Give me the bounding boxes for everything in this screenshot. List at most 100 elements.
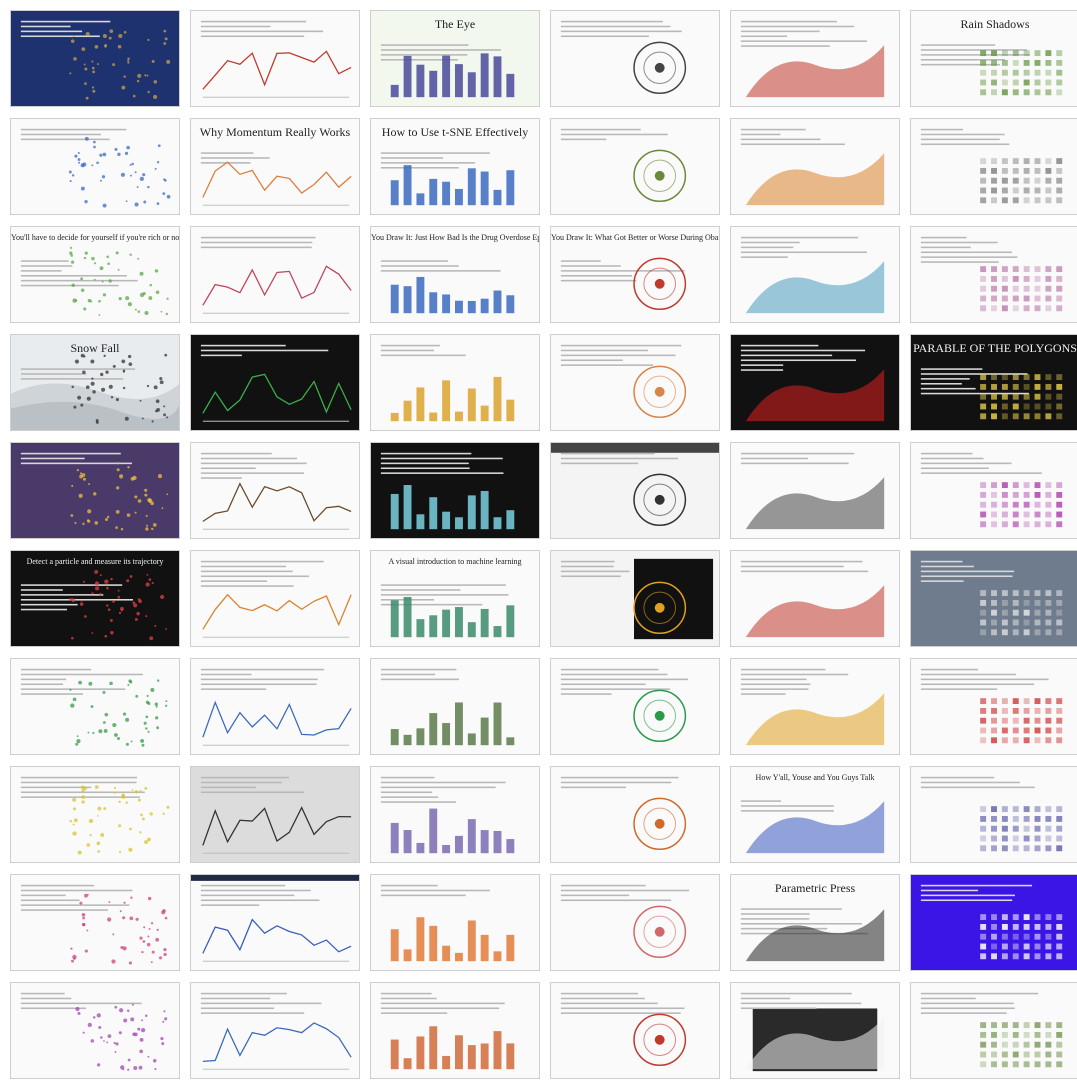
tile-thumbnail xyxy=(920,668,1063,744)
gallery-tile[interactable]: You'll have to decide for yourself if yo… xyxy=(10,226,180,323)
gallery-tile[interactable] xyxy=(10,874,180,971)
tile-thumbnail xyxy=(380,452,515,530)
tile-thumbnail xyxy=(20,128,171,208)
tile-title: You'll have to decide for yourself if yo… xyxy=(11,234,179,242)
gallery-tile[interactable] xyxy=(910,226,1077,323)
tile-thumbnail xyxy=(920,236,1063,312)
gallery-tile[interactable]: You Draw It: What Got Better or Worse Du… xyxy=(550,226,720,323)
tile-thumbnail xyxy=(560,992,687,1067)
gallery-tile[interactable] xyxy=(10,658,180,755)
tile-thumbnail xyxy=(740,344,885,422)
gallery-tile[interactable]: Snow Fall xyxy=(10,334,180,431)
gallery-tile[interactable] xyxy=(910,550,1077,647)
gallery-tile[interactable]: How to Use t-SNE Effectively xyxy=(370,118,540,215)
gallery-tile[interactable] xyxy=(730,10,900,107)
gallery-tile[interactable] xyxy=(370,766,540,863)
gallery-tile[interactable]: Rain Shadows xyxy=(910,10,1077,107)
tile-thumbnail xyxy=(920,452,1063,528)
tile-thumbnail xyxy=(551,443,719,527)
gallery-tile[interactable]: Detect a particle and measure its trajec… xyxy=(10,550,180,647)
tile-thumbnail xyxy=(740,560,885,638)
gallery-tile[interactable] xyxy=(730,118,900,215)
gallery-tile[interactable] xyxy=(10,766,180,863)
tile-thumbnail xyxy=(740,128,885,206)
tile-title: Rain Shadows xyxy=(960,18,1030,31)
tile-title: You Draw It: What Got Better or Worse Du… xyxy=(551,234,719,242)
gallery-tile[interactable] xyxy=(190,658,360,755)
tile-thumbnail xyxy=(740,236,885,314)
tile-title: How to Use t-SNE Effectively xyxy=(381,126,529,139)
gallery-tile[interactable] xyxy=(910,982,1077,1079)
gallery-tile[interactable] xyxy=(370,874,540,971)
tile-thumbnail xyxy=(20,992,168,1071)
tile-thumbnail xyxy=(200,668,352,746)
tile-thumbnail xyxy=(560,668,689,743)
gallery-tile[interactable] xyxy=(10,442,180,539)
gallery-tile[interactable] xyxy=(190,766,360,863)
gallery-tile[interactable] xyxy=(910,118,1077,215)
gallery-tile[interactable] xyxy=(550,982,720,1079)
tile-thumbnail xyxy=(200,452,352,530)
tile-thumbnail xyxy=(200,560,352,638)
tile-thumbnail xyxy=(920,560,1063,636)
tile-title: PARABLE OF THE POLYGONS xyxy=(913,342,1077,355)
tile-thumbnail xyxy=(560,128,687,203)
tile-thumbnail xyxy=(920,128,1063,204)
tile-title: Detect a particle and measure its trajec… xyxy=(26,558,164,566)
gallery-tile[interactable] xyxy=(910,658,1077,755)
gallery-tile[interactable] xyxy=(550,334,720,431)
tile-thumbnail xyxy=(740,20,885,98)
gallery-tile[interactable] xyxy=(10,982,180,1079)
gallery-tile[interactable] xyxy=(730,226,900,323)
gallery-tile[interactable] xyxy=(190,550,360,647)
gallery-tile[interactable] xyxy=(910,442,1077,539)
tile-thumbnail xyxy=(380,344,515,422)
gallery-tile[interactable] xyxy=(370,334,540,431)
gallery-tile[interactable] xyxy=(730,982,900,1079)
gallery-tile[interactable] xyxy=(550,118,720,215)
gallery-tile[interactable] xyxy=(10,118,180,215)
tile-thumbnail xyxy=(20,20,171,100)
visualization-gallery-grid: The Eye Rain Shadows Why Momentum Really W… xyxy=(0,0,1077,1081)
tile-title: The Eye xyxy=(434,18,476,31)
gallery-tile[interactable]: PARABLE OF THE POLYGONS xyxy=(910,334,1077,431)
gallery-tile[interactable] xyxy=(550,442,720,539)
tile-title: Parametric Press xyxy=(774,882,856,895)
gallery-tile[interactable] xyxy=(10,10,180,107)
gallery-tile[interactable] xyxy=(730,334,900,431)
gallery-tile[interactable] xyxy=(370,658,540,755)
gallery-tile[interactable] xyxy=(370,442,540,539)
tile-thumbnail xyxy=(380,884,515,962)
gallery-tile[interactable] xyxy=(550,10,720,107)
tile-thumbnail xyxy=(20,668,168,747)
gallery-tile[interactable]: You Draw It: Just How Bad Is the Drug Ov… xyxy=(370,226,540,323)
gallery-tile[interactable] xyxy=(370,982,540,1079)
gallery-tile[interactable]: A visual introduction to machine learnin… xyxy=(370,550,540,647)
tile-thumbnail xyxy=(380,992,515,1070)
gallery-tile[interactable] xyxy=(190,334,360,431)
gallery-tile[interactable] xyxy=(550,766,720,863)
gallery-tile[interactable] xyxy=(190,442,360,539)
gallery-tile[interactable] xyxy=(190,982,360,1079)
gallery-tile[interactable] xyxy=(910,874,1077,971)
gallery-tile[interactable]: Why Momentum Really Works xyxy=(190,118,360,215)
gallery-tile[interactable] xyxy=(910,766,1077,863)
tile-thumbnail xyxy=(560,20,687,95)
gallery-tile[interactable] xyxy=(190,226,360,323)
gallery-tile[interactable]: The Eye xyxy=(370,10,540,107)
gallery-tile[interactable] xyxy=(550,874,720,971)
gallery-tile[interactable] xyxy=(190,874,360,971)
gallery-tile[interactable] xyxy=(730,658,900,755)
tile-thumbnail xyxy=(200,344,352,422)
gallery-tile[interactable] xyxy=(730,550,900,647)
tile-thumbnail xyxy=(920,884,1063,960)
gallery-tile[interactable]: Parametric Press xyxy=(730,874,900,971)
tile-thumbnail xyxy=(920,992,1063,1068)
gallery-tile[interactable] xyxy=(550,658,720,755)
gallery-tile[interactable] xyxy=(190,10,360,107)
gallery-tile[interactable]: How Y'all, Youse and You Guys Talk xyxy=(730,766,900,863)
gallery-tile[interactable] xyxy=(730,442,900,539)
gallery-tile[interactable] xyxy=(550,550,720,647)
tile-title: A visual introduction to machine learnin… xyxy=(388,558,522,566)
tile-title: You Draw It: Just How Bad Is the Drug Ov… xyxy=(371,234,539,242)
